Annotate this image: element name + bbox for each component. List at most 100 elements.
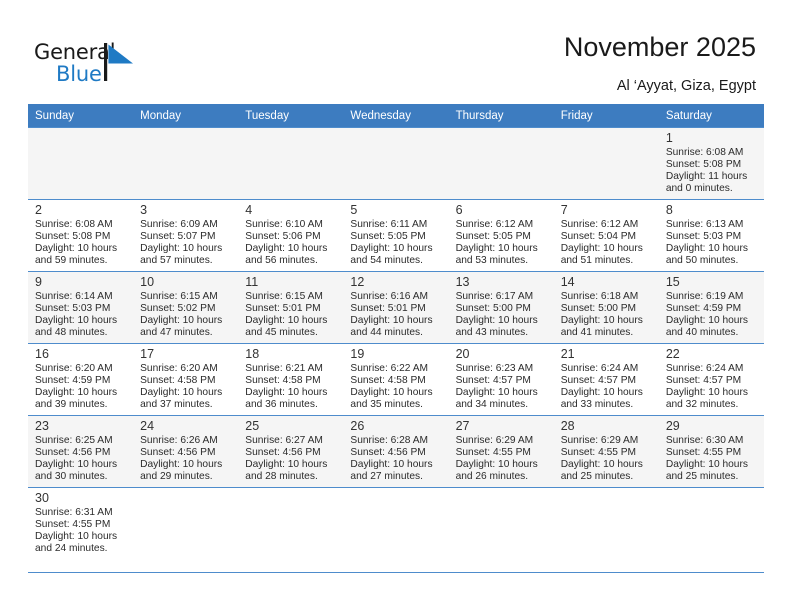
calendar-day-cell-inner: 10 Sunrise: 6:15 AM Sunset: 5:02 PM Dayligh… [133,271,239,343]
sunrise-text: Sunrise: 6:15 AM [245,291,323,302]
day-number: 26 [350,419,365,433]
sunset-text: Sunset: 5:00 PM [455,303,531,315]
calendar-day-cell[interactable]: 9 Sunrise: 6:14 AM Sunset: 5:03 PM Daylight… [28,271,134,343]
calendar-day-cell[interactable]: 28 Sunrise: 6:29 AM Sunset: 4:55 PM Dayligh… [553,415,659,487]
calendar-day-cell-inner [28,127,134,199]
calendar-day-cell-empty [133,487,239,559]
weekday-header-saturday: Saturday [658,104,764,127]
calendar-day-cell[interactable]: 26 Sunrise: 6:28 AM Sunset: 4:56 PM Dayligh… [343,415,449,487]
calendar-day-cell[interactable]: 24 Sunrise: 6:26 AM Sunset: 4:56 PM Dayligh… [133,415,239,487]
sunrise-text: Sunrise: 6:21 AM [245,363,323,374]
calendar-day-cell[interactable]: 17 Sunrise: 6:20 AM Sunset: 4:58 PM Dayligh… [133,343,239,415]
daylight-text: Daylight: 10 hours and 45 minutes. [245,315,328,339]
calendar-day-cell-empty [343,487,449,559]
daylight-text: Daylight: 11 hours and 0 minutes. [665,171,748,195]
sunrise-text: Sunrise: 6:15 AM [140,291,218,302]
calendar-day-cell[interactable]: 21 Sunrise: 6:24 AM Sunset: 4:57 PM Dayligh… [553,343,659,415]
calendar-day-cell[interactable]: 4 Sunrise: 6:10 AM Sunset: 5:06 PM Daylight… [238,199,344,271]
calendar-day-cell[interactable]: 7 Sunrise: 6:12 AM Sunset: 5:04 PM Daylight… [553,199,659,271]
calendar-page: General Blue November 2025 Al ‘Ayyat, Gi… [0,0,792,612]
sunrise-text: Sunrise: 6:27 AM [245,435,323,446]
day-sun-info: Sunrise: 6:26 AM Sunset: 4:56 PM Daylight:… [140,434,232,483]
sunrise-text: Sunrise: 6:25 AM [35,435,113,446]
sunrise-text: Sunrise: 6:31 AM [35,507,113,518]
sunset-text: Sunset: 5:03 PM [35,303,111,315]
calendar-day-cell-inner: 3 Sunrise: 6:09 AM Sunset: 5:07 PM Daylight… [133,199,239,271]
calendar-body: 1 Sunrise: 6:08 AM Sunset: 5:08 PM Daylight… [28,127,764,559]
calendar-week-row: 2 Sunrise: 6:08 AM Sunset: 5:08 PM Daylight… [28,199,764,271]
calendar-day-cell-inner: 1 Sunrise: 6:08 AM Sunset: 5:08 PM Daylight… [658,127,764,199]
sunset-text: Sunset: 4:57 PM [455,375,531,387]
day-number: 28 [560,419,575,433]
calendar-day-cell-inner [448,127,554,199]
calendar-day-cell[interactable]: 15 Sunrise: 6:19 AM Sunset: 4:59 PM Dayligh… [658,271,764,343]
calendar-day-cell-inner: 11 Sunrise: 6:15 AM Sunset: 5:01 PM Dayligh… [238,271,344,343]
calendar-day-cell[interactable]: 22 Sunrise: 6:24 AM Sunset: 4:57 PM Dayligh… [658,343,764,415]
sunset-text: Sunset: 5:03 PM [665,231,742,243]
day-number: 6 [455,203,463,217]
calendar-day-cell[interactable]: 8 Sunrise: 6:13 AM Sunset: 5:03 PM Daylight… [658,199,764,271]
calendar-day-cell[interactable]: 2 Sunrise: 6:08 AM Sunset: 5:08 PM Daylight… [28,199,134,271]
calendar-day-cell-inner: 20 Sunrise: 6:23 AM Sunset: 4:57 PM Dayligh… [448,343,554,415]
day-sun-info: Sunrise: 6:14 AM Sunset: 5:03 PM Daylight:… [35,290,127,339]
day-number: 14 [560,275,575,289]
calendar-day-cell-inner: 4 Sunrise: 6:10 AM Sunset: 5:06 PM Daylight… [238,199,344,271]
sunset-text: Sunset: 5:01 PM [245,303,321,315]
day-sun-info: Sunrise: 6:16 AM Sunset: 5:01 PM Daylight:… [350,290,442,339]
sunset-text: Sunset: 4:59 PM [665,303,742,315]
calendar-day-cell[interactable]: 12 Sunrise: 6:16 AM Sunset: 5:01 PM Dayligh… [343,271,449,343]
day-sun-info: Sunrise: 6:20 AM Sunset: 4:59 PM Daylight:… [35,362,127,411]
calendar-day-cell[interactable]: 23 Sunrise: 6:25 AM Sunset: 4:56 PM Dayligh… [28,415,134,487]
calendar-week-row: 9 Sunrise: 6:14 AM Sunset: 5:03 PM Daylight… [28,271,764,343]
calendar-day-cell[interactable]: 19 Sunrise: 6:22 AM Sunset: 4:58 PM Dayligh… [343,343,449,415]
logo-text-blue: Blue [56,62,102,86]
calendar-day-cell[interactable]: 30 Sunrise: 6:31 AM Sunset: 4:55 PM Dayligh… [28,487,134,559]
sunset-text: Sunset: 4:57 PM [560,375,637,387]
calendar-day-cell[interactable]: 11 Sunrise: 6:15 AM Sunset: 5:01 PM Dayligh… [238,271,344,343]
daylight-text: Daylight: 10 hours and 44 minutes. [350,315,433,339]
page-title: November 2025 [563,32,756,62]
calendar-day-cell[interactable]: 25 Sunrise: 6:27 AM Sunset: 4:56 PM Dayligh… [238,415,344,487]
daylight-text: Daylight: 10 hours and 48 minutes. [35,315,118,339]
day-number: 23 [35,419,49,433]
daylight-text: Daylight: 10 hours and 59 minutes. [35,243,118,267]
calendar-day-cell[interactable]: 3 Sunrise: 6:09 AM Sunset: 5:07 PM Daylight… [133,199,239,271]
sunset-text: Sunset: 4:55 PM [560,447,637,459]
sunset-text: Sunset: 4:55 PM [665,447,742,459]
sunset-text: Sunset: 4:57 PM [665,375,742,387]
calendar-day-cell[interactable]: 14 Sunrise: 6:18 AM Sunset: 5:00 PM Dayligh… [553,271,659,343]
day-number: 4 [245,203,253,217]
calendar-day-cell[interactable]: 5 Sunrise: 6:11 AM Sunset: 5:05 PM Daylight… [343,199,449,271]
daylight-text: Daylight: 10 hours and 37 minutes. [140,387,223,411]
generalblue-logo[interactable]: General Blue [34,40,154,88]
calendar-day-cell[interactable]: 29 Sunrise: 6:30 AM Sunset: 4:55 PM Dayligh… [658,415,764,487]
calendar-day-cell-inner [448,487,554,559]
calendar-day-cell-empty [133,127,239,199]
weekday-header-thursday: Thursday [448,104,554,127]
sunset-text: Sunset: 5:05 PM [455,231,531,243]
daylight-text: Daylight: 10 hours and 29 minutes. [140,459,223,483]
calendar-day-cell[interactable]: 20 Sunrise: 6:23 AM Sunset: 4:57 PM Dayligh… [448,343,554,415]
calendar-day-cell[interactable]: 18 Sunrise: 6:21 AM Sunset: 4:58 PM Dayligh… [238,343,344,415]
calendar-day-cell[interactable]: 16 Sunrise: 6:20 AM Sunset: 4:59 PM Dayligh… [28,343,134,415]
day-sun-info: Sunrise: 6:27 AM Sunset: 4:56 PM Daylight:… [245,434,337,483]
calendar-day-cell[interactable]: 1 Sunrise: 6:08 AM Sunset: 5:08 PM Daylight… [658,127,764,199]
daylight-text: Daylight: 10 hours and 54 minutes. [350,243,433,267]
calendar-day-cell-inner: 30 Sunrise: 6:31 AM Sunset: 4:55 PM Dayligh… [28,487,134,559]
weekday-header-friday: Friday [553,104,659,127]
calendar-day-cell-inner [553,487,659,559]
calendar-day-cell[interactable]: 10 Sunrise: 6:15 AM Sunset: 5:02 PM Dayligh… [133,271,239,343]
calendar-day-cell[interactable]: 13 Sunrise: 6:17 AM Sunset: 5:00 PM Dayligh… [448,271,554,343]
calendar-day-cell[interactable]: 6 Sunrise: 6:12 AM Sunset: 5:05 PM Daylight… [448,199,554,271]
calendar-day-cell[interactable]: 27 Sunrise: 6:29 AM Sunset: 4:55 PM Dayligh… [448,415,554,487]
calendar-day-cell-inner [238,487,344,559]
day-number: 16 [35,347,49,361]
daylight-text: Daylight: 10 hours and 53 minutes. [455,243,538,267]
calendar-day-cell-inner: 19 Sunrise: 6:22 AM Sunset: 4:58 PM Dayligh… [343,343,449,415]
daylight-text: Daylight: 10 hours and 56 minutes. [245,243,328,267]
calendar-day-cell-inner: 23 Sunrise: 6:25 AM Sunset: 4:56 PM Dayligh… [28,415,134,487]
sunset-text: Sunset: 5:00 PM [560,303,637,315]
sunrise-text: Sunrise: 6:19 AM [665,291,744,302]
day-sun-info: Sunrise: 6:24 AM Sunset: 4:57 PM Daylight:… [666,362,758,411]
calendar-day-cell-inner: 6 Sunrise: 6:12 AM Sunset: 5:05 PM Daylight… [448,199,554,271]
